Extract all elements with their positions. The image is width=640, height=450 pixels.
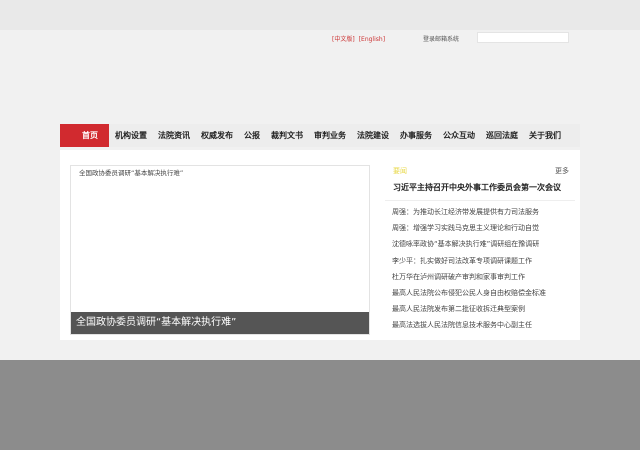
nav-item[interactable]: 巡回法庭 [486,130,518,141]
nav-item[interactable]: 机构设置 [115,130,147,141]
news-item[interactable]: 最高法选拔人民法院信息技术服务中心副主任 [392,320,546,336]
main-nav: 首页 机构设置 法院资讯 权威发布 公报 裁判文书 审判业务 法院建设 办事服务… [60,124,580,147]
news-item[interactable]: 最高人民法院公布侵犯公民人身自由权赔偿金标准 [392,288,546,304]
search-input[interactable] [477,32,569,43]
news-item[interactable]: 最高人民法院发布第二批征收拆迁典型案例 [392,304,546,320]
nav-item[interactable]: 权威发布 [201,130,233,141]
news-item[interactable]: 周强：增强学习实践马克思主义理论和行动自觉 [392,223,546,239]
divider [385,200,575,201]
nav-item[interactable]: 裁判文书 [271,130,303,141]
nav-item[interactable]: 法院资讯 [158,130,190,141]
login-mail-link[interactable]: 登录邮箱系统 [423,34,459,43]
feature-caption[interactable]: 全国政协委员调研“基本解决执行难” [71,312,369,334]
nav-item[interactable]: 公报 [244,130,260,141]
lang-chinese-link[interactable]: [中文版] [332,36,355,43]
nav-item[interactable]: 审判业务 [314,130,346,141]
nav-item[interactable]: 办事服务 [400,130,432,141]
more-link[interactable]: 更多 [555,166,569,176]
feature-image-title: 全国政协委员调研“基本解决执行难” [79,169,184,177]
headline-link[interactable]: 习近平主持召开中央外事工作委员会第一次会议 [393,182,561,193]
news-item[interactable]: 李少平：扎实做好司法改革专项调研课题工作 [392,256,546,272]
feature-image[interactable]: 全国政协委员调研“基本解决执行难” 全国政协委员调研“基本解决执行难” [70,165,370,335]
language-links: [中文版] [English] [332,34,389,43]
news-item[interactable]: 杜万华在泸州调研破产审判和家事审判工作 [392,272,546,288]
nav-item[interactable]: 公众互动 [443,130,475,141]
footer-band [0,360,640,450]
main-content: 全国政协委员调研“基本解决执行难” 全国政协委员调研“基本解决执行难” 要闻 更… [60,150,580,340]
nav-item[interactable]: 关于我们 [529,130,561,141]
lang-english-link[interactable]: [English] [359,36,385,43]
top-band [0,0,640,30]
news-list: 周强：为推动长江经济带发展提供有力司法服务 周强：增强学习实践马克思主义理论和行… [392,207,546,337]
news-item[interactable]: 周强：为推动长江经济带发展提供有力司法服务 [392,207,546,223]
news-label: 要闻 [393,167,407,175]
nav-item[interactable]: 法院建设 [357,130,389,141]
news-item[interactable]: 沈德咏率政协“基本解决执行难”调研组在豫调研 [392,239,546,255]
nav-home[interactable]: 首页 [60,124,109,147]
